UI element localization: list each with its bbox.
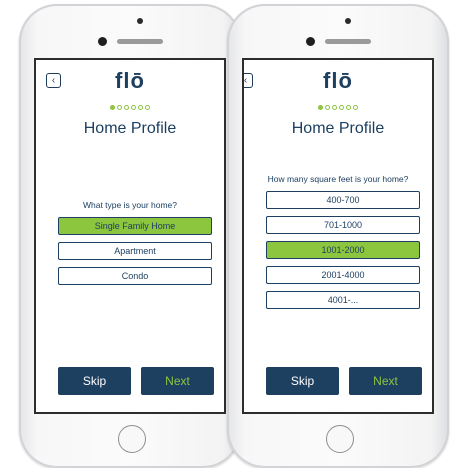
next-button[interactable]: Next — [141, 367, 214, 395]
earpiece-speaker — [325, 39, 371, 44]
screen-home-type: ‹ flō Home Profile What type is your hom… — [34, 58, 226, 414]
proximity-sensor — [306, 37, 315, 46]
progress-dot — [117, 105, 122, 110]
flo-logo: flō — [323, 68, 353, 93]
proximity-sensor — [98, 37, 107, 46]
progress-dot — [318, 105, 323, 110]
skip-button[interactable]: Skip — [58, 367, 131, 395]
progress-dot — [110, 105, 115, 110]
phone-left: ‹ flō Home Profile What type is your hom… — [19, 4, 241, 468]
progress-dot — [124, 105, 129, 110]
phone-right: ‹ flō Home Profile How many square feet … — [227, 4, 449, 468]
progress-dot — [332, 105, 337, 110]
progress-dot — [131, 105, 136, 110]
option-condo[interactable]: Condo — [58, 267, 212, 285]
earpiece-speaker — [117, 39, 163, 44]
progress-dot — [138, 105, 143, 110]
flo-logo: flō — [115, 68, 145, 93]
option-400-700[interactable]: 400-700 — [266, 191, 420, 209]
question-text: What type is your home? — [82, 200, 177, 210]
progress-dot — [353, 105, 358, 110]
option-4001-plus[interactable]: 4001-... — [266, 291, 420, 309]
progress-dot — [346, 105, 351, 110]
page-title: Home Profile — [291, 120, 385, 137]
home-button[interactable] — [326, 425, 354, 453]
option-1001-2000[interactable]: 1001-2000 — [266, 241, 420, 259]
page-title: Home Profile — [83, 120, 177, 137]
option-2001-4000[interactable]: 2001-4000 — [266, 266, 420, 284]
screen-square-feet: ‹ flō Home Profile How many square feet … — [242, 58, 434, 414]
option-701-1000[interactable]: 701-1000 — [266, 216, 420, 234]
home-button[interactable] — [118, 425, 146, 453]
option-single-family-home[interactable]: Single Family Home — [58, 217, 212, 235]
progress-dot — [145, 105, 150, 110]
question-text: How many square feet is your home? — [267, 174, 409, 184]
progress-dots — [244, 105, 432, 110]
progress-dot — [325, 105, 330, 110]
progress-dots — [36, 105, 224, 110]
option-apartment[interactable]: Apartment — [58, 242, 212, 260]
progress-dot — [339, 105, 344, 110]
next-button[interactable]: Next — [349, 367, 422, 395]
front-camera — [345, 18, 351, 24]
front-camera — [137, 18, 143, 24]
skip-button[interactable]: Skip — [266, 367, 339, 395]
